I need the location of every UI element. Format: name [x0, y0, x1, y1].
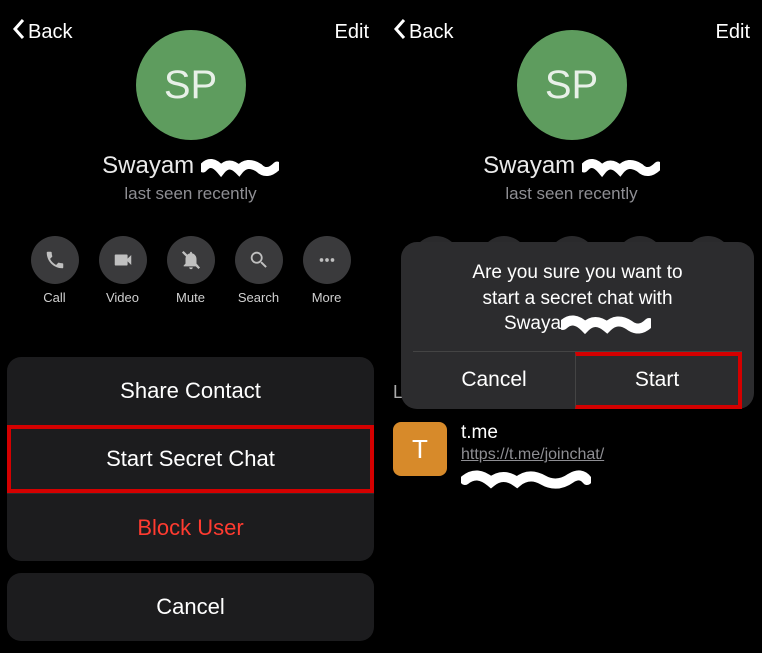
dialog-line2: start a secret chat with — [482, 288, 672, 309]
contact-name: Swayam — [0, 152, 381, 180]
video-action[interactable]: Video — [99, 236, 147, 305]
more-icon — [303, 236, 351, 284]
mute-action[interactable]: Mute — [167, 236, 215, 305]
left-screenshot: Back Edit SP Swayam last seen recently C… — [0, 0, 381, 653]
avatar[interactable]: SP — [136, 30, 246, 140]
censored-scribble — [582, 156, 660, 178]
video-label: Video — [106, 290, 139, 305]
censored-scribble — [201, 156, 279, 178]
dialog-message: Are you sure you want to start a secret … — [413, 260, 742, 341]
back-label: Back — [28, 21, 72, 44]
back-button[interactable]: Back — [393, 18, 453, 46]
link-title: t.me — [461, 422, 750, 444]
last-seen-status: last seen recently — [0, 184, 381, 204]
call-label: Call — [43, 290, 65, 305]
back-label: Back — [409, 21, 453, 44]
avatar-initials: SP — [164, 63, 217, 108]
contact-name-text: Swayam — [483, 152, 575, 179]
back-button[interactable]: Back — [12, 18, 72, 46]
block-user-item[interactable]: Block User — [7, 493, 374, 561]
cancel-item[interactable]: Cancel — [7, 573, 374, 641]
share-contact-item[interactable]: Share Contact — [7, 357, 374, 425]
chevron-left-icon — [12, 18, 26, 46]
avatar-initials: SP — [545, 63, 598, 108]
dialog-start-button[interactable]: Start — [575, 352, 742, 409]
action-sheet-cancel-group: Cancel — [7, 573, 374, 641]
edit-button[interactable]: Edit — [335, 21, 369, 44]
start-secret-chat-item[interactable]: Start Secret Chat — [7, 425, 374, 493]
quick-actions-row: Call Video Mute Search More — [0, 236, 381, 305]
action-sheet: Share Contact Start Secret Chat Block Us… — [7, 357, 374, 653]
more-label: More — [312, 290, 342, 305]
right-screenshot: Back Edit SP Swayam last seen recently L… — [381, 0, 762, 653]
link-thumb: T — [393, 422, 447, 476]
mute-label: Mute — [176, 290, 205, 305]
dialog-line1: Are you sure you want to — [472, 262, 682, 283]
search-label: Search — [238, 290, 279, 305]
call-action[interactable]: Call — [31, 236, 79, 305]
dialog-buttons: Cancel Start — [413, 351, 742, 409]
confirm-dialog: Are you sure you want to start a secret … — [401, 242, 754, 409]
chevron-left-icon — [393, 18, 407, 46]
search-action[interactable]: Search — [235, 236, 283, 305]
contact-name-text: Swayam — [102, 152, 194, 179]
last-seen-status: last seen recently — [381, 184, 762, 204]
link-url[interactable]: https://t.me/joinchat/ — [461, 446, 750, 464]
video-icon — [99, 236, 147, 284]
more-action[interactable]: More — [303, 236, 351, 305]
action-sheet-group: Share Contact Start Secret Chat Block Us… — [7, 357, 374, 561]
censored-scribble — [561, 313, 651, 335]
contact-name: Swayam — [381, 152, 762, 180]
search-icon — [235, 236, 283, 284]
avatar[interactable]: SP — [517, 30, 627, 140]
shared-link-row[interactable]: T t.me https://t.me/joinchat/ — [393, 422, 750, 490]
censored-scribble — [461, 468, 750, 490]
link-info: t.me https://t.me/joinchat/ — [461, 422, 750, 490]
phone-icon — [31, 236, 79, 284]
edit-button[interactable]: Edit — [716, 21, 750, 44]
dialog-name-prefix: Swaya — [504, 313, 561, 334]
bell-slash-icon — [167, 236, 215, 284]
dialog-cancel-button[interactable]: Cancel — [413, 352, 575, 409]
